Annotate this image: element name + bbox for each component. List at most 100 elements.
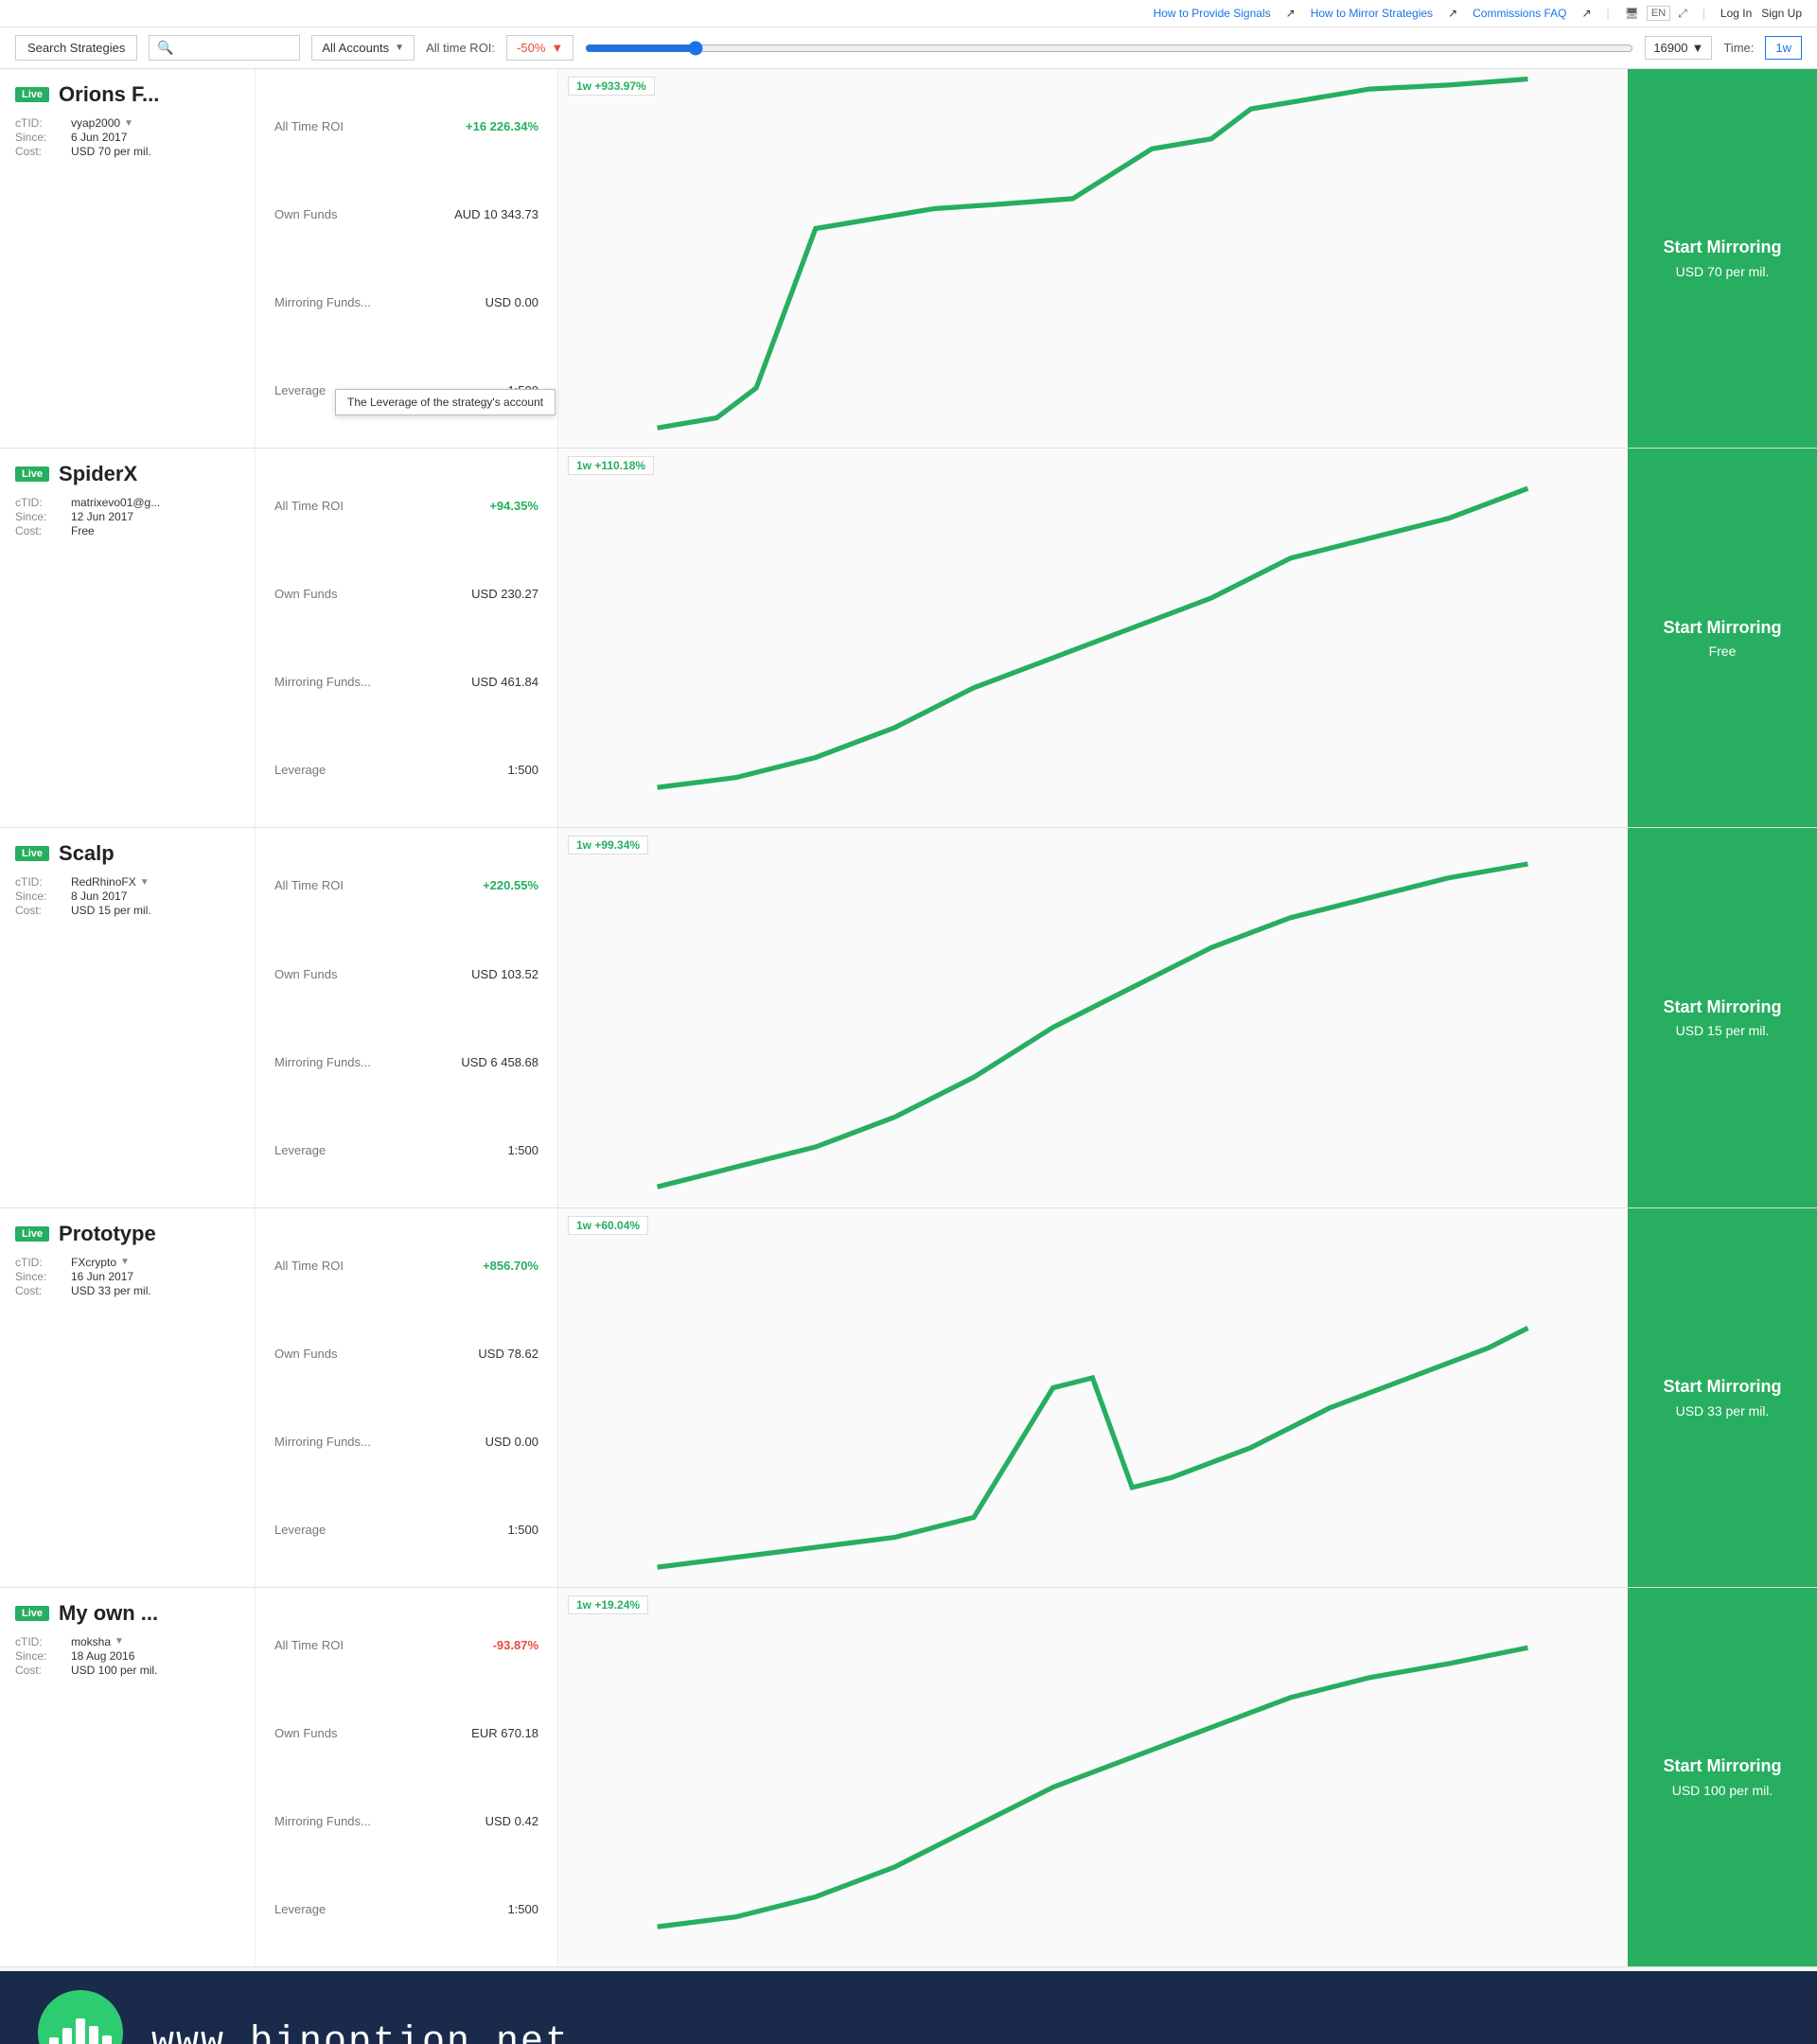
roi-dropdown[interactable]: -50% ▼ <box>506 35 573 61</box>
all-time-roi-value: -93.87% <box>493 1638 538 1652</box>
cost-label: Cost: <box>15 524 67 537</box>
leverage-value: 1:500 <box>507 763 538 777</box>
mirroring-label: Mirroring Funds... <box>274 1435 371 1449</box>
mirroring-value: USD 6 458.68 <box>461 1055 538 1069</box>
leverage-row: Leverage 1:500 <box>274 1902 538 1916</box>
ctid-label: cTID: <box>15 1256 67 1269</box>
chart-badge: 1w +99.34% <box>568 836 648 855</box>
card-mid: All Time ROI +856.70% Own Funds USD 78.6… <box>256 1208 558 1587</box>
chart-badge: 1w +110.18% <box>568 456 654 475</box>
mirror-button-title: Start Mirroring <box>1663 1377 1781 1398</box>
accounts-dropdown[interactable]: All Accounts ▼ <box>311 35 415 61</box>
start-mirroring-button[interactable]: Start Mirroring USD 100 per mil. <box>1628 1588 1817 1966</box>
mirroring-row: Mirroring Funds... USD 461.84 <box>274 675 538 689</box>
nav-icon-external-3: ↗ <box>1581 7 1591 20</box>
roi-row: All Time ROI -93.87% <box>274 1638 538 1652</box>
card-chart: 1w +60.04% <box>558 1208 1628 1587</box>
leverage-value: 1:500 <box>507 1902 538 1916</box>
own-funds-label: Own Funds <box>274 207 337 221</box>
mirror-strategies-link[interactable]: How to Mirror Strategies <box>1311 7 1433 20</box>
live-badge: Live <box>15 1226 49 1242</box>
cost-value: USD 70 per mil. <box>71 145 239 158</box>
card-meta: cTID: matrixevo01@g... Since: 12 Jun 201… <box>15 496 239 537</box>
range-value-text: 16900 <box>1653 41 1687 55</box>
leverage-label: Leverage <box>274 1523 326 1537</box>
cost-label: Cost: <box>15 1284 67 1297</box>
strategy-card: Live Orions F... cTID: vyap2000 ▼ Since:… <box>0 69 1817 449</box>
card-chart: 1w +99.34% <box>558 828 1628 1207</box>
commissions-faq-link[interactable]: Commissions FAQ <box>1473 7 1566 20</box>
signup-link[interactable]: Sign Up <box>1761 7 1802 20</box>
own-funds-value: EUR 670.18 <box>471 1726 538 1740</box>
provide-signals-link[interactable]: How to Provide Signals <box>1154 7 1271 20</box>
own-funds-value: USD 103.52 <box>471 967 538 981</box>
mirroring-value: USD 461.84 <box>471 675 538 689</box>
since-label: Since: <box>15 131 67 144</box>
strategy-name: Prototype <box>59 1222 156 1246</box>
card-meta: cTID: FXcrypto ▼ Since: 16 Jun 2017 Cost… <box>15 1256 239 1297</box>
footer: binoption www.binoption.net <box>0 1971 1817 2044</box>
strategy-name: SpiderX <box>59 462 137 486</box>
own-funds-row: Own Funds USD 78.62 <box>274 1347 538 1361</box>
strategy-card: Live SpiderX cTID: matrixevo01@g... Sinc… <box>0 449 1817 828</box>
all-time-roi-value: +94.35% <box>489 499 538 513</box>
ctid-value: moksha ▼ <box>71 1635 239 1648</box>
since-label: Since: <box>15 1270 67 1283</box>
login-link[interactable]: Log In <box>1720 7 1752 20</box>
mirror-button-cost: Free <box>1709 643 1737 659</box>
mirror-button-cost: USD 33 per mil. <box>1676 1403 1770 1418</box>
mirroring-label: Mirroring Funds... <box>274 675 371 689</box>
leverage-row: Leverage 1:500 <box>274 763 538 777</box>
roi-row: All Time ROI +16 226.34% <box>274 119 538 133</box>
own-funds-label: Own Funds <box>274 967 337 981</box>
roi-slider[interactable] <box>585 41 1633 56</box>
strategy-card: Live Prototype cTID: FXcrypto ▼ Since: 1… <box>0 1208 1817 1588</box>
roi-value: -50% <box>517 41 545 55</box>
cost-value: USD 15 per mil. <box>71 904 239 917</box>
logo-bars <box>49 2009 112 2044</box>
all-time-roi-label: All Time ROI <box>274 1259 344 1273</box>
live-badge: Live <box>15 1606 49 1621</box>
accounts-label: All Accounts <box>322 41 389 55</box>
start-mirroring-button[interactable]: Start Mirroring USD 33 per mil. <box>1628 1208 1817 1587</box>
logo-circle <box>38 1990 123 2044</box>
start-mirroring-button[interactable]: Start Mirroring USD 70 per mil. <box>1628 69 1817 448</box>
cost-label: Cost: <box>15 1664 67 1677</box>
mirror-button-cost: USD 70 per mil. <box>1676 264 1770 279</box>
strategy-name: Orions F... <box>59 82 159 107</box>
card-chart: 1w +19.24% <box>558 1588 1628 1966</box>
strategy-card: Live Scalp cTID: RedRhinoFX ▼ Since: 8 J… <box>0 828 1817 1207</box>
accounts-dropdown-arrow: ▼ <box>395 43 404 53</box>
logo-bar-5 <box>102 2035 112 2044</box>
mirror-button-title: Start Mirroring <box>1663 238 1781 258</box>
cost-value: USD 100 per mil. <box>71 1664 239 1677</box>
mirroring-label: Mirroring Funds... <box>274 1055 371 1069</box>
strategy-name: My own ... <box>59 1601 158 1626</box>
search-input[interactable] <box>174 41 292 55</box>
own-funds-row: Own Funds EUR 670.18 <box>274 1726 538 1740</box>
roi-row: All Time ROI +856.70% <box>274 1259 538 1273</box>
card-mid: All Time ROI +16 226.34% Own Funds AUD 1… <box>256 69 558 448</box>
all-time-roi-value: +856.70% <box>483 1259 538 1273</box>
all-time-roi-label: All Time ROI <box>274 119 344 133</box>
card-chart: 1w +933.97% <box>558 69 1628 448</box>
ctid-label: cTID: <box>15 875 67 889</box>
card-title-row: Live Prototype <box>15 1222 239 1246</box>
all-time-roi-label: All Time ROI <box>274 499 344 513</box>
mirror-button-title: Start Mirroring <box>1663 1756 1781 1777</box>
own-funds-row: Own Funds AUD 10 343.73 <box>274 207 538 221</box>
mirroring-row: Mirroring Funds... USD 0.42 <box>274 1814 538 1828</box>
time-label: Time: <box>1723 41 1754 55</box>
all-time-roi-label: All Time ROI <box>274 1638 344 1652</box>
card-title-row: Live SpiderX <box>15 462 239 486</box>
start-mirroring-button[interactable]: Start Mirroring USD 15 per mil. <box>1628 828 1817 1207</box>
card-meta: cTID: moksha ▼ Since: 18 Aug 2016 Cost: … <box>15 1635 239 1677</box>
ctid-label: cTID: <box>15 1635 67 1648</box>
mirroring-label: Mirroring Funds... <box>274 295 371 309</box>
live-badge: Live <box>15 846 49 861</box>
leverage-value: 1:500 <box>507 1143 538 1157</box>
time-button[interactable]: 1w <box>1765 36 1802 60</box>
search-strategies-button[interactable]: Search Strategies <box>15 35 137 61</box>
start-mirroring-button[interactable]: Start Mirroring Free <box>1628 449 1817 827</box>
card-title-row: Live Orions F... <box>15 82 239 107</box>
